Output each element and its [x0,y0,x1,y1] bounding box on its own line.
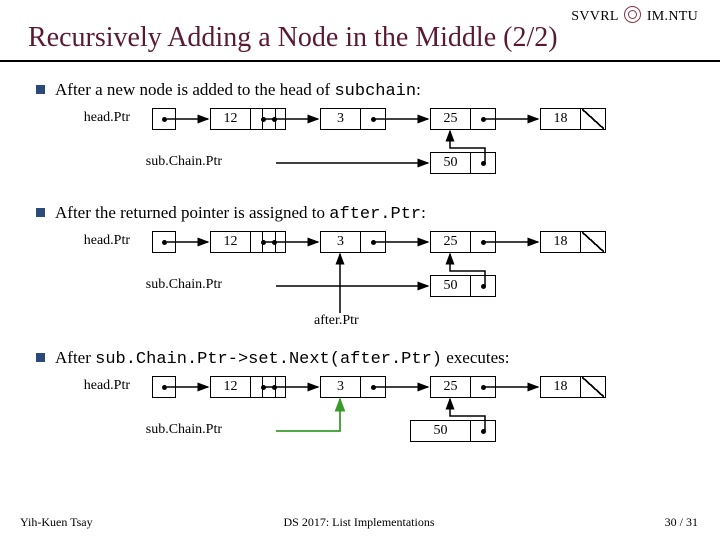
bullet-icon [36,208,45,217]
dot-icon [371,117,376,122]
node-25: 25 [430,376,496,398]
node-value: 12 [211,232,251,252]
node-25: 25 [430,231,496,253]
node-value: 18 [541,377,581,397]
subchainptr-label: sub.Chain.Ptr [130,422,222,438]
dot-icon [162,117,167,122]
headptr-label: head.Ptr [70,378,130,394]
diagram-2: head.Ptr 12 3 25 18 sub.Chain.Ptr 50 aft… [0,231,720,341]
node-value: 12 [211,109,251,129]
footer: Yih-Kuen Tsay DS 2017: List Implementati… [20,515,698,530]
dot-icon [481,240,486,245]
node-18: 18 [540,231,606,253]
subchainptr-box [262,376,286,398]
bullet-icon [36,353,45,362]
node-value: 25 [431,377,471,397]
bullet-1-text: After a new node is added to the head of [55,80,334,99]
headptr-box [152,231,176,253]
dept-name: IM.NTU [647,9,698,24]
node-50: 50 [430,275,496,297]
dot-icon [481,284,486,289]
node-value: 50 [431,276,471,296]
node-3: 3 [320,108,386,130]
node-50: 50 [410,420,496,442]
dot-icon [162,385,167,390]
nil-icon [582,377,604,397]
lab-name: SVVRL [571,9,618,24]
headptr-box [152,108,176,130]
title-rule [0,60,720,62]
subchainptr-label: sub.Chain.Ptr [130,154,222,170]
page-title: Recursively Adding a Node in the Middle … [28,22,558,54]
footer-course: DS 2017: List Implementations [20,515,698,530]
bullet-2: After the returned pointer is assigned t… [36,203,700,224]
nil-icon [582,232,604,252]
node-25: 25 [430,108,496,130]
nil-icon [582,109,604,129]
diagram-3: head.Ptr 12 3 25 18 sub.Chain.Ptr 50 [0,376,720,486]
node-value: 18 [541,109,581,129]
header-right: SVVRL IM.NTU [571,6,698,25]
bullet-2-code: after.Ptr [329,205,421,224]
headptr-label: head.Ptr [70,233,130,249]
dot-icon [371,385,376,390]
dot-icon [371,240,376,245]
node-value: 3 [321,109,361,129]
node-3: 3 [320,376,386,398]
node-3: 3 [320,231,386,253]
afterptr-label: after.Ptr [314,313,359,329]
ntu-logo-icon [624,6,641,23]
slide: SVVRL IM.NTU Recursively Adding a Node i… [0,0,720,540]
bullet-2-tail: : [421,203,426,222]
subchainptr-label: sub.Chain.Ptr [130,277,222,293]
dot-icon [481,429,486,434]
subchainptr-box [262,231,286,253]
dot-icon [481,161,486,166]
bullet-1-tail: : [416,80,421,99]
bullet-3-tail: executes: [442,348,510,367]
node-value: 25 [431,109,471,129]
bullet-1-code: subchain [334,82,416,101]
node-value: 3 [321,377,361,397]
diagram-1: head.Ptr 12 3 25 18 sub.Chain.Ptr 50 [0,108,720,188]
bullet-3-text: After [55,348,95,367]
node-value: 25 [431,232,471,252]
node-18: 18 [540,376,606,398]
node-value: 12 [211,377,251,397]
bullet-icon [36,85,45,94]
dot-icon [162,240,167,245]
headptr-box [152,376,176,398]
dot-icon [272,117,277,122]
bullet-1: After a new node is added to the head of… [36,80,700,101]
bullet-2-text: After the returned pointer is assigned t… [55,203,329,222]
node-50: 50 [430,152,496,174]
node-value: 3 [321,232,361,252]
dot-icon [481,117,486,122]
headptr-label: head.Ptr [70,110,130,126]
subchainptr-box [262,108,286,130]
bullet-3-code: sub.Chain.Ptr->set.Next(after.Ptr) [95,350,442,369]
dot-icon [272,385,277,390]
node-value: 50 [411,421,471,441]
node-18: 18 [540,108,606,130]
bullet-3: After sub.Chain.Ptr->set.Next(after.Ptr)… [36,348,700,369]
node-value: 50 [431,153,471,173]
dot-icon [481,385,486,390]
dot-icon [272,240,277,245]
node-value: 18 [541,232,581,252]
